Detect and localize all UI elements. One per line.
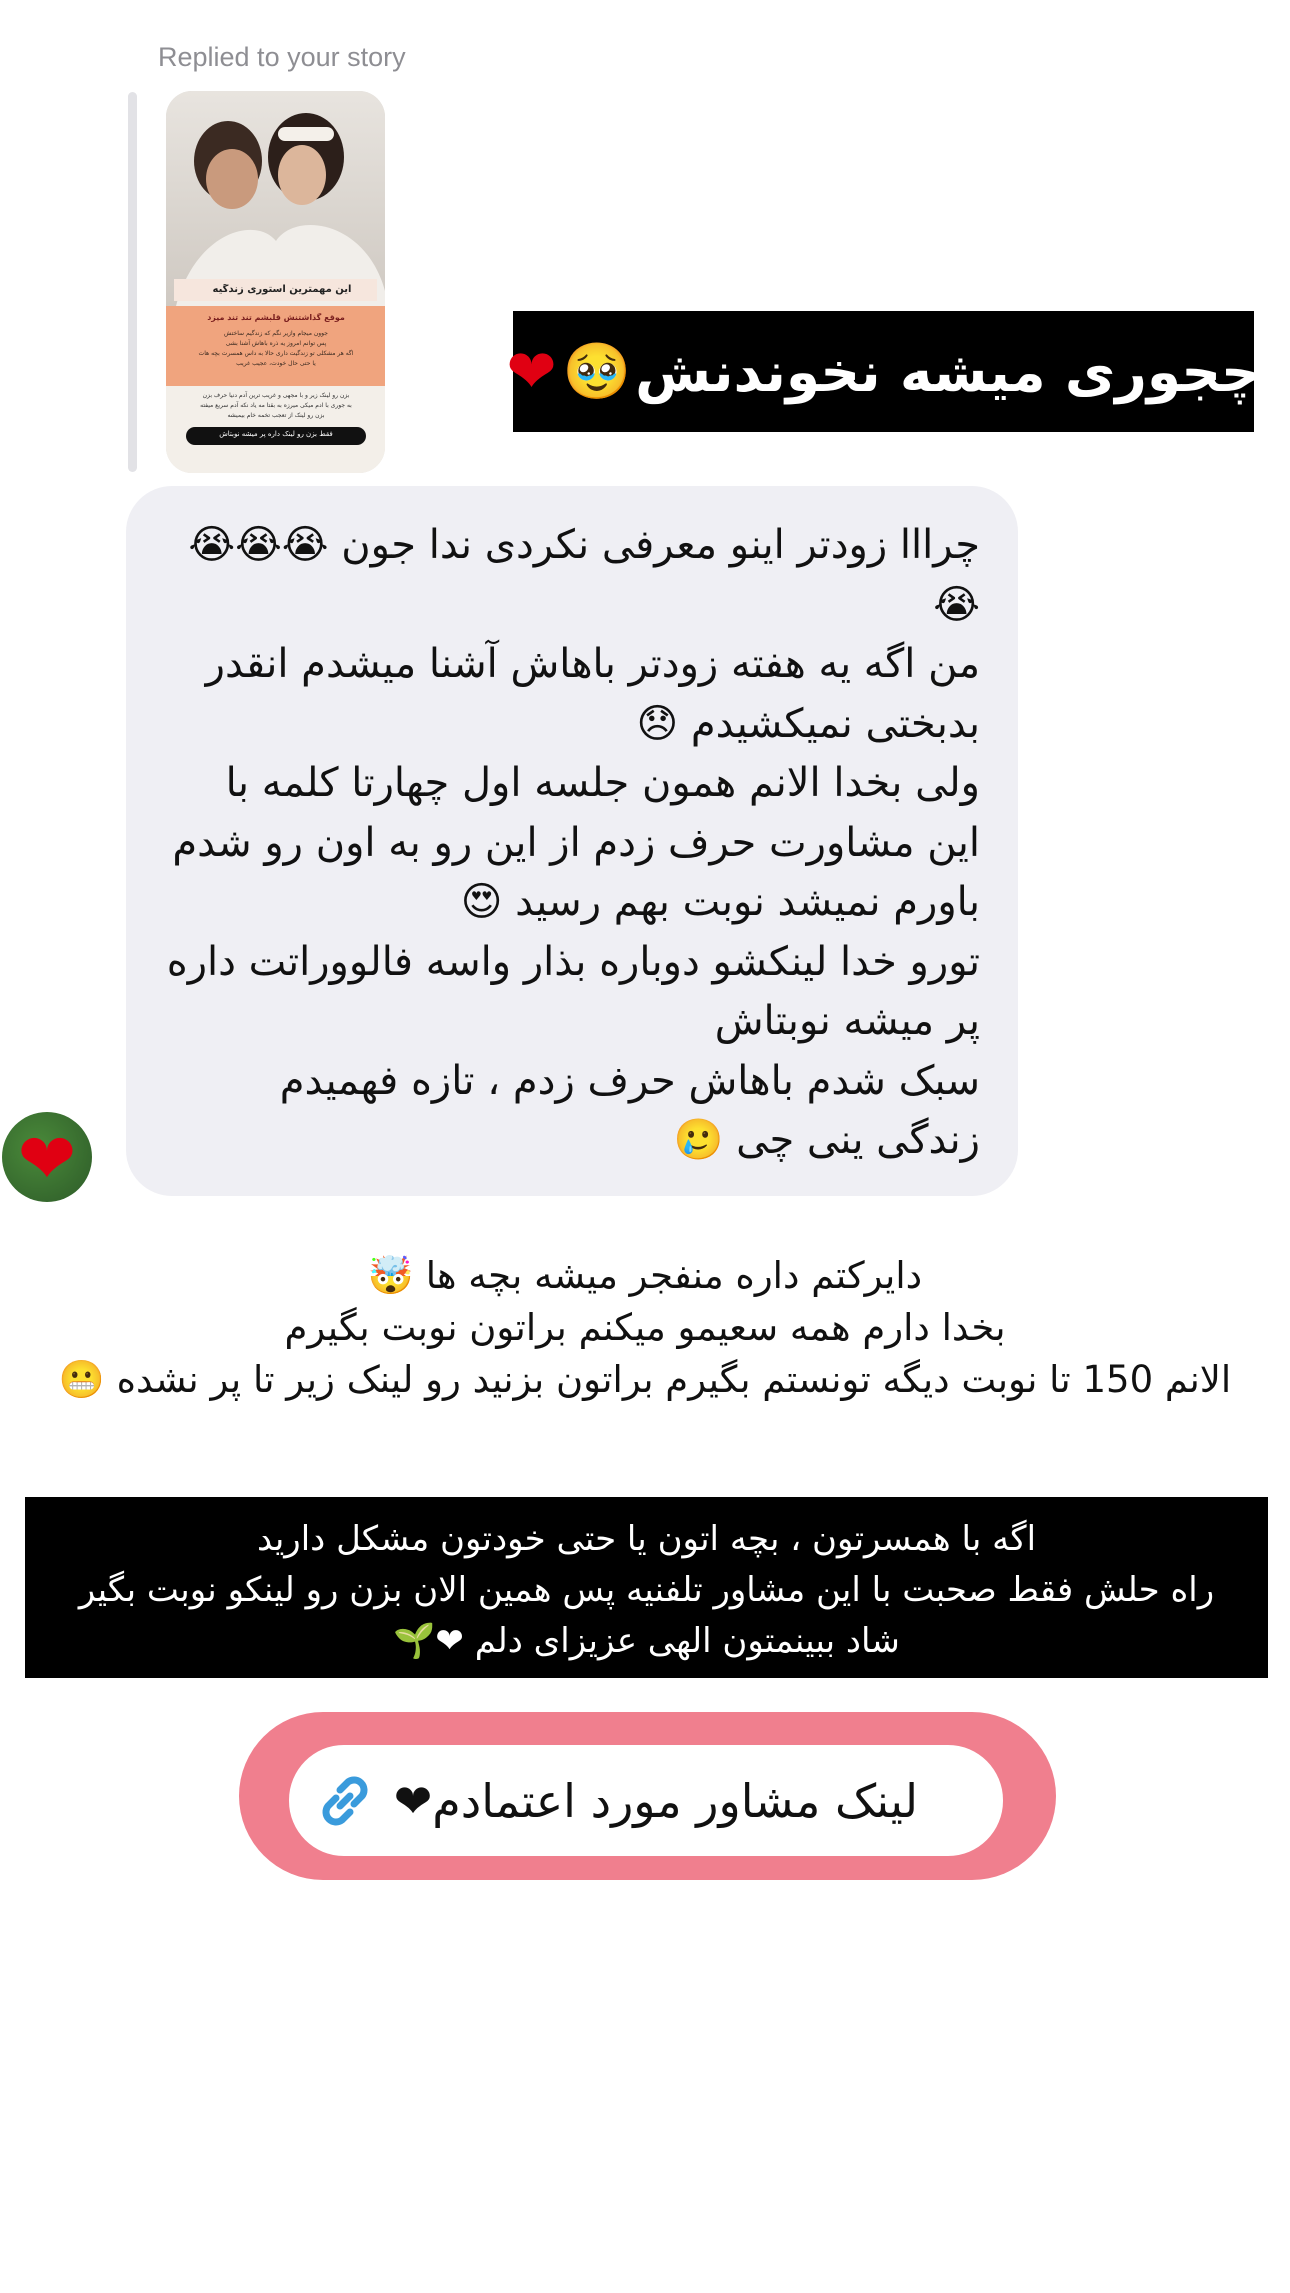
story-body-line: جوون میجام وازیر نگم که زندگیم ساختش [224, 330, 328, 337]
story-body-line: اگه هر مشکلی تو زندگیت داری حالا به داس … [198, 350, 354, 357]
message-line: ولی بخدا الانم همون جلسه اول چهارتا کلمه… [225, 760, 980, 806]
message-line: پر میشه نوبتاش [714, 998, 980, 1044]
heart-reaction-icon[interactable]: ❤ [2, 1112, 92, 1202]
story-body-line: پس توانم امروز یه ذره باهاش آشنا بشی [225, 340, 327, 347]
overlay-text-block: دایرکتم داره منفجر میشه بچه ها 🤯 بخدا دا… [20, 1250, 1270, 1406]
message-line: این مشاورت حرف زدم از این رو به اون رو ش… [172, 819, 980, 866]
message-line: تورو خدا لینکشو دوباره بذار واسه فالوورا… [166, 938, 980, 985]
story-body: جوون میجام وازیر نگم که زندگیم ساختش پس … [176, 329, 376, 369]
black-caption-box: اگه با همسرتون ، بچه اتون یا حتی خودتون … [25, 1497, 1268, 1678]
black-caption-line: اگه با همسرتون ، بچه اتون یا حتی خودتون … [256, 1519, 1037, 1559]
story-heading: موقع گذاشتنش قلبشم تند تند میزد [207, 313, 345, 322]
story-footer-line: به جوری با ادم میکی میرزه به بقتا مه یاد… [200, 402, 352, 409]
story-body-line: یا حتی حال خودت، عجیب غریب [236, 360, 316, 367]
black-caption-line: راه حلش فقط صحبت با این مشاور تلفنیه پس … [78, 1570, 1215, 1610]
story-thumbnail[interactable]: این مهمترین استوری زندگیه موقع گذاشتنش ق… [166, 91, 385, 473]
message-line: 😭 [933, 581, 980, 628]
heart-reaction-symbol: ❤ [17, 1118, 77, 1200]
story-banner: این مهمترین استوری زندگیه [212, 284, 352, 295]
story-footer-line: بزن رو لینک از تعجب تخمه خام بیمیشه [227, 412, 325, 419]
message-line: زندگی ینی چی 🥲 [673, 1117, 980, 1163]
story-footer-line: بزن رو لینک زیر و با مجهی و غریب ترین آد… [202, 392, 350, 399]
overlay-text-line: الانم 150 تا نوبت دیگه تونستم بگیرم برات… [58, 1358, 1232, 1401]
overlay-caption: چجوری میشه نخوندنش 🥹 ❤ [506, 311, 1261, 432]
link-icon [322, 1776, 368, 1826]
link-sticker-label: لینک مشاور مورد اعتمادم❤ [393, 1773, 918, 1828]
message-bubble[interactable]: چرااا زودتر اینو معرفی نکردی ندا جون 😭😭😭… [126, 486, 1018, 1196]
message-line: چرااا زودتر اینو معرفی نکردی ندا جون 😭😭😭 [188, 522, 980, 568]
reply-indicator-bar [128, 92, 137, 472]
message-line: سبک شدم باهاش حرف زدم ، تازه فهمیدم [279, 1057, 980, 1104]
message-line: من اگه یه هفته زودتر باهاش آشنا میشدم ان… [205, 641, 980, 687]
replied-to-story-label: Replied to your story [158, 42, 406, 72]
pleading-face-icon: 🥹 [562, 339, 632, 403]
story-footer: بزن رو لینک زیر و با مجهی و غریب ترین آد… [176, 391, 376, 421]
story-cta: فقط بزن رو لینک داره پر میشه نوبتاش [219, 430, 333, 438]
link-sticker-button[interactable]: لینک مشاور مورد اعتمادم❤ [289, 1745, 1003, 1856]
message-line: بدبختی نمیکشیدم 😞 [636, 700, 980, 747]
overlay-caption-text: چجوری میشه نخوندنش [635, 339, 1261, 404]
heart-icon: ❤ [506, 336, 557, 407]
overlay-text-line: دایرکتم داره منفجر میشه بچه ها 🤯 [367, 1254, 923, 1297]
message-line: باورم نمیشد نوبت بهم رسید 😍 [460, 879, 980, 925]
black-caption-line: شاد ببینمتون الهی عزیزای دلم ❤🌱 [393, 1621, 900, 1661]
overlay-text-line: بخدا دارم همه سعیمو میکنم براتون نوبت بگ… [284, 1306, 1006, 1349]
